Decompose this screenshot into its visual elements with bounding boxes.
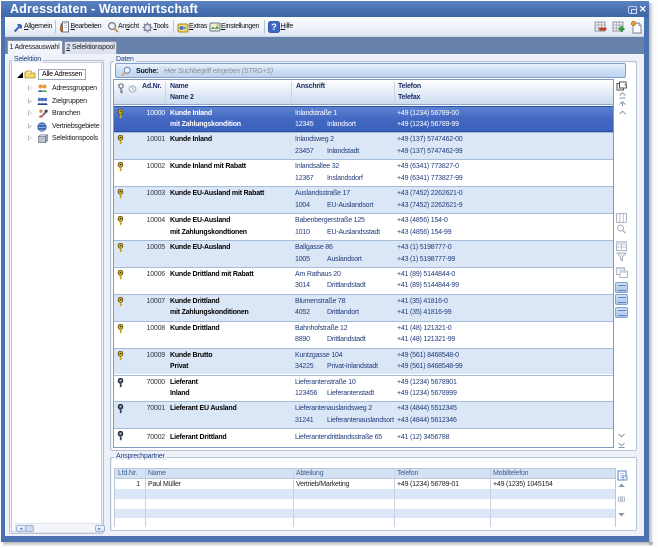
svg-text:?: ?: [271, 22, 277, 32]
